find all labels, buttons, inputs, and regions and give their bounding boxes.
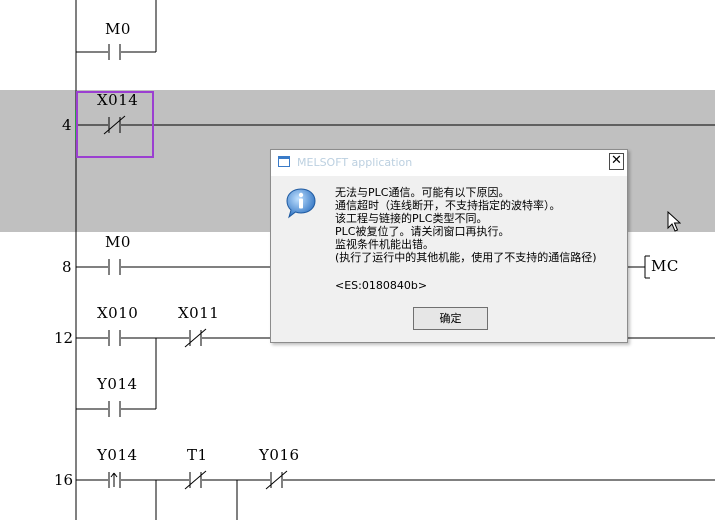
mouse-pointer-icon: [667, 211, 681, 232]
device-label-m0-top[interactable]: M0: [105, 20, 131, 38]
error-dialog: MELSOFT application ✕ 无法与PLC通信。可能有以下原因。 …: [270, 149, 628, 343]
device-label-y014-pulse[interactable]: Y014: [97, 446, 138, 464]
device-label-x010[interactable]: X010: [97, 304, 138, 322]
device-label-y014[interactable]: Y014: [97, 375, 138, 393]
info-icon: [286, 188, 316, 219]
device-label-y016[interactable]: Y016: [259, 446, 300, 464]
device-label-x011[interactable]: X011: [178, 304, 219, 322]
ladder-cursor: [76, 91, 154, 158]
dialog-message: 无法与PLC通信。可能有以下原因。 通信超时（连线断开，不支持指定的波特率）。 …: [335, 186, 597, 264]
dialog-title-bar[interactable]: MELSOFT application ✕: [271, 150, 627, 176]
step-number-8: 8: [62, 258, 72, 276]
coil-label-mc[interactable]: MC: [651, 257, 679, 275]
ok-button[interactable]: 确定: [413, 307, 488, 330]
close-button[interactable]: ✕: [609, 153, 624, 170]
error-code: <ES:0180840b>: [335, 279, 428, 292]
device-label-m0[interactable]: M0: [105, 233, 131, 251]
step-number-4: 4: [62, 116, 72, 134]
step-number-12: 12: [54, 329, 74, 347]
app-window-icon: [278, 156, 290, 167]
device-label-t1[interactable]: T1: [187, 446, 208, 464]
step-number-16: 16: [54, 471, 74, 489]
dialog-title: MELSOFT application: [297, 156, 413, 169]
